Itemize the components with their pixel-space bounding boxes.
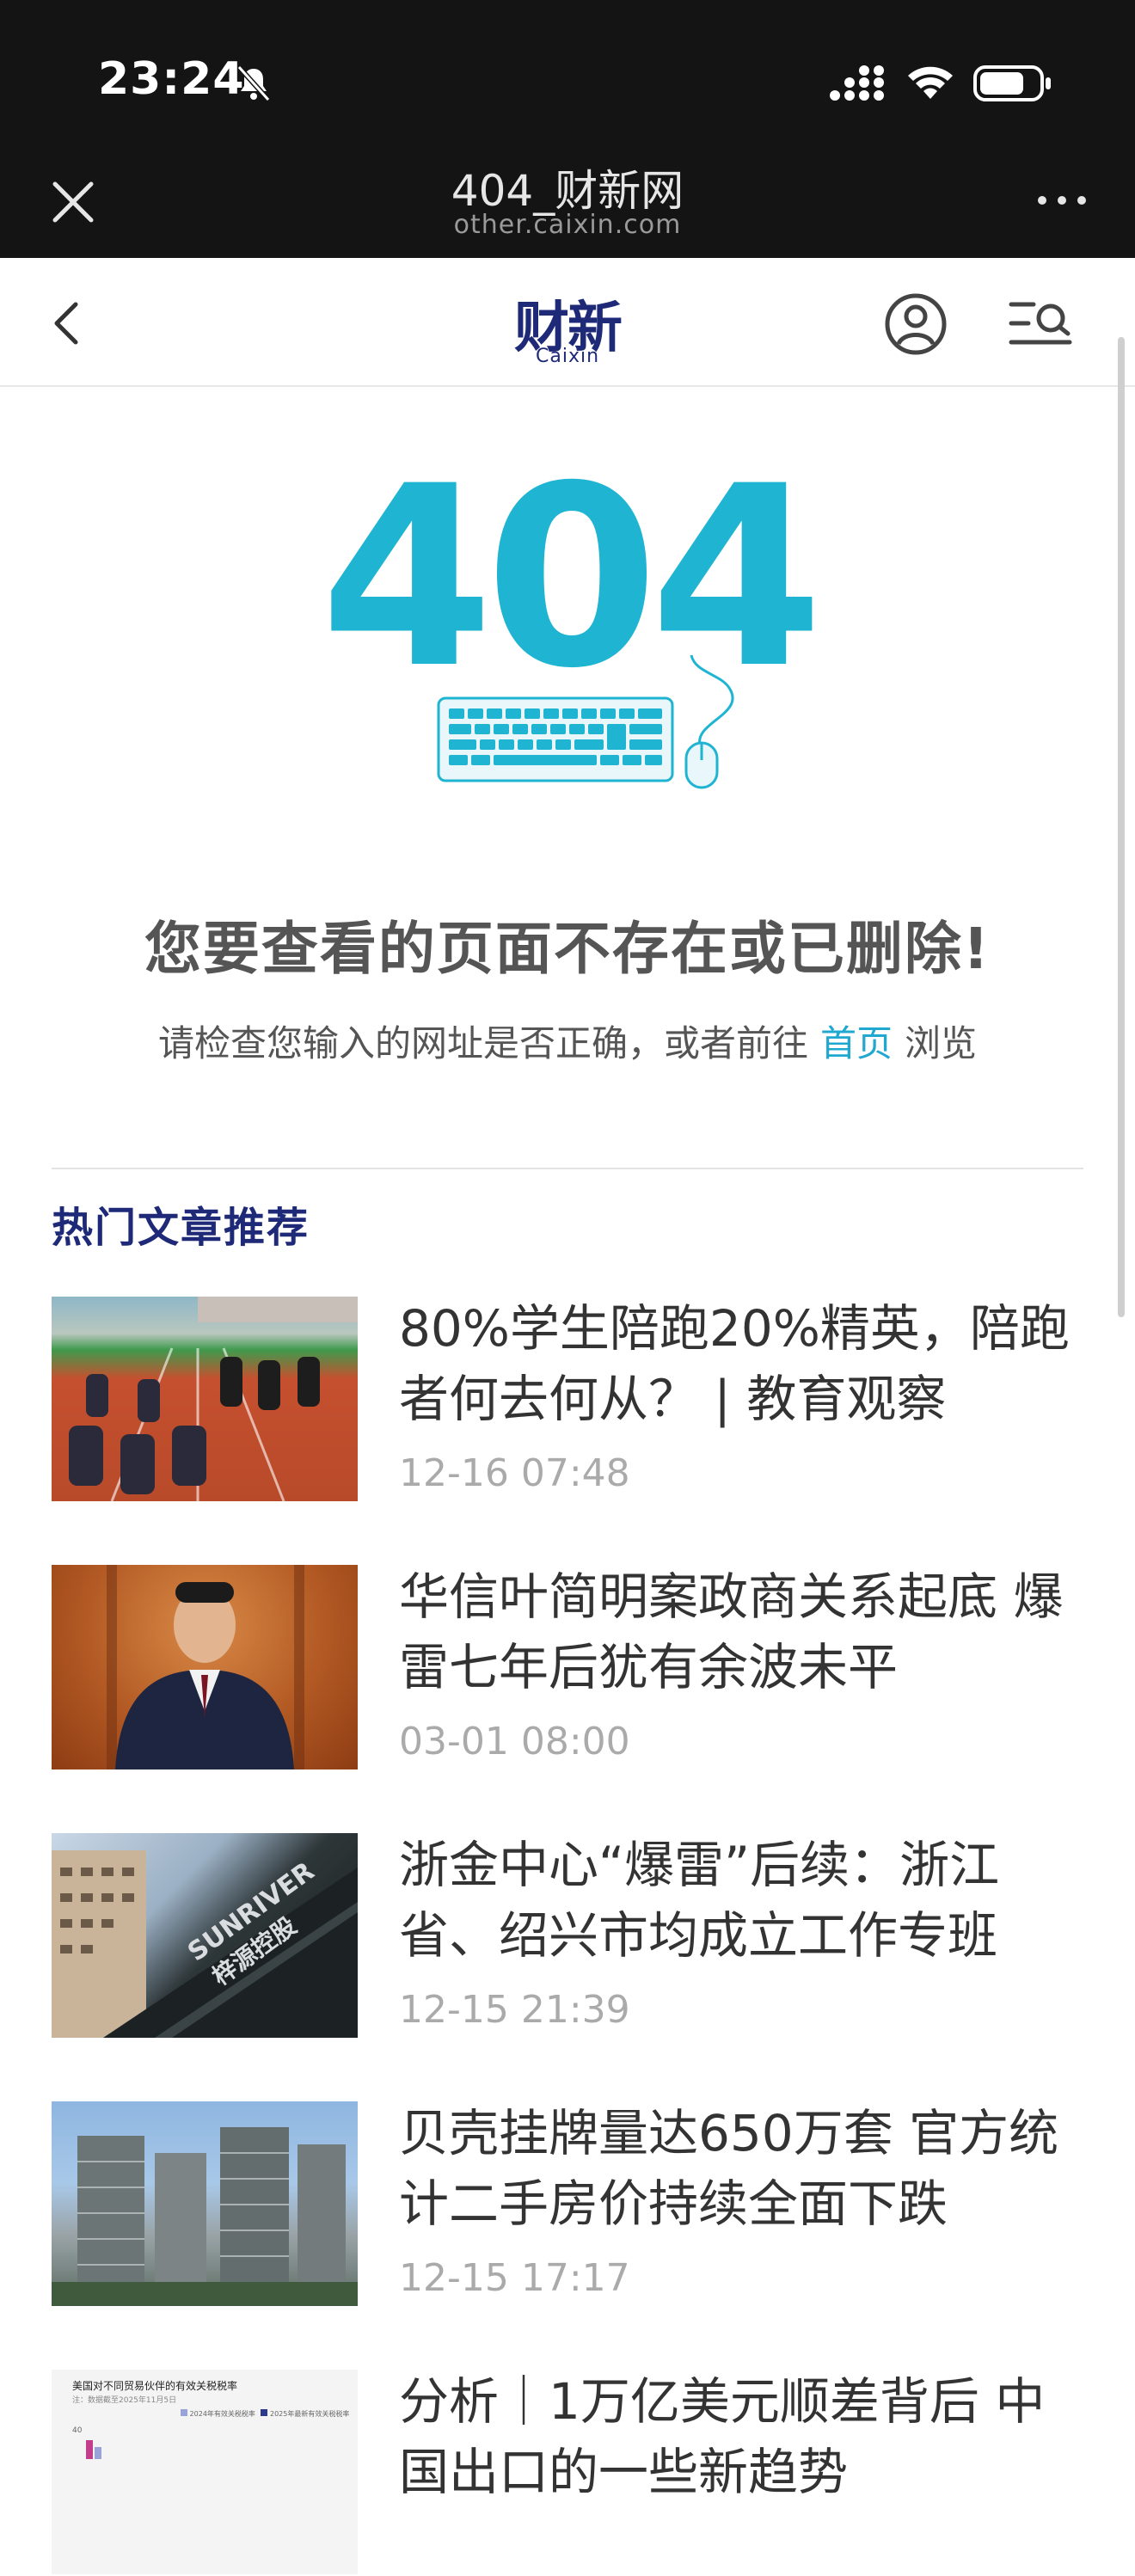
article-time: 03-01 08:00 (399, 1720, 630, 1763)
thumb-bar (86, 2440, 93, 2459)
more-options-icon[interactable] (1032, 187, 1092, 213)
article-item[interactable]: 贝壳挂牌量达650万套 官方统计二手房价持续全面下跌 12-15 17:17 (52, 2101, 1083, 2308)
article-title[interactable]: 华信叶简明案政商关系起底 爆雷七年后犹有余波未平 (399, 1561, 1070, 1702)
thumb-chart-legend: 2024年有效关税税率 2025年最新有效关税税率 (181, 2409, 349, 2419)
wifi-icon (908, 66, 953, 99)
site-nav: 财新 Caixin (0, 258, 1135, 387)
status-time: 23:24 (98, 53, 245, 105)
article-title[interactable]: 浙金中心“爆雷”后续：浙江省、绍兴市均成立工作专班 (399, 1830, 1070, 1971)
error-subtitle-suffix: 浏览 (905, 1022, 978, 1064)
article-title[interactable]: 分析｜1万亿美元顺差背后 中国出口的一些新趋势 (399, 2366, 1070, 2507)
caixin-logo-subtitle: Caixin (535, 346, 600, 367)
home-link[interactable]: 首页 (808, 1022, 905, 1064)
thumb-axis-value: 40 (72, 2426, 83, 2435)
search-menu-icon[interactable] (1008, 296, 1073, 351)
article-item[interactable]: 美国对不同贸易伙伴的有效关税税率 注：数据截至2025年11月5日 2024年有… (52, 2370, 1083, 2576)
cellular-signal-icon (830, 65, 884, 101)
hot-articles-heading: 热门文章推荐 (52, 1204, 310, 1252)
article-thumbnail[interactable] (52, 1565, 358, 1769)
battery-icon (973, 65, 1051, 101)
thumb-chart-note: 注：数据截至2025年11月5日 (72, 2396, 177, 2405)
article-item[interactable]: SUNRIVER 梓源控股 浙金中心“爆雷”后续：浙江省、绍兴市均成立工作专班 … (52, 1833, 1083, 2039)
article-thumbnail[interactable] (52, 1297, 358, 1501)
running-track-image (69, 1297, 358, 1501)
article-thumbnail[interactable]: SUNRIVER 梓源控股 (52, 1833, 358, 2038)
article-title[interactable]: 80%学生陪跑20%精英，陪跑者何去何从？ | 教育观察 (399, 1293, 1070, 1434)
article-time: 12-15 17:17 (399, 2256, 630, 2300)
thumb-bar (95, 2447, 101, 2459)
article-time: 12-15 21:39 (399, 1988, 630, 2032)
article-item[interactable]: 80%学生陪跑20%精英，陪跑者何去何从？ | 教育观察 12-16 07:48 (52, 1297, 1083, 1503)
thumb-legend-a: 2024年有效关税税率 (189, 2410, 255, 2418)
thumb-legend-b: 2025年最新有效关税税率 (270, 2410, 350, 2418)
article-item[interactable]: 华信叶简明案政商关系起底 爆雷七年后犹有余波未平 03-01 08:00 (52, 1565, 1083, 1771)
article-time: 12-16 07:48 (399, 1451, 630, 1495)
portrait-image (107, 1565, 304, 1769)
thumb-chart-caption: 美国对不同贸易伙伴的有效关税税率 (72, 2380, 238, 2392)
article-title[interactable]: 贝壳挂牌量达650万套 官方统计二手房价持续全面下跌 (399, 2098, 1070, 2239)
user-account-icon[interactable] (884, 292, 948, 356)
bell-muted-icon (236, 64, 271, 102)
article-thumbnail[interactable] (52, 2101, 358, 2306)
apartment-towers-image (52, 2127, 358, 2306)
error-subtitle: 请检查您输入的网址是否正确，或者前往 首页 浏览 (0, 1015, 1135, 1067)
top-bar: 23:24 404_财新网 other.caixin.com (0, 0, 1135, 258)
building-sign-image: SUNRIVER 梓源控股 (52, 1850, 358, 2038)
divider (52, 1168, 1083, 1169)
error-subtitle-text: 请检查您输入的网址是否正确，或者前往 (157, 1022, 808, 1064)
article-thumbnail[interactable]: 美国对不同贸易伙伴的有效关税税率 注：数据截至2025年11月5日 2024年有… (52, 2370, 358, 2574)
webview-domain: other.caixin.com (453, 210, 682, 240)
keyboard-mouse-icon (437, 654, 734, 789)
error-title: 您要查看的页面不存在或已删除! (144, 916, 991, 982)
